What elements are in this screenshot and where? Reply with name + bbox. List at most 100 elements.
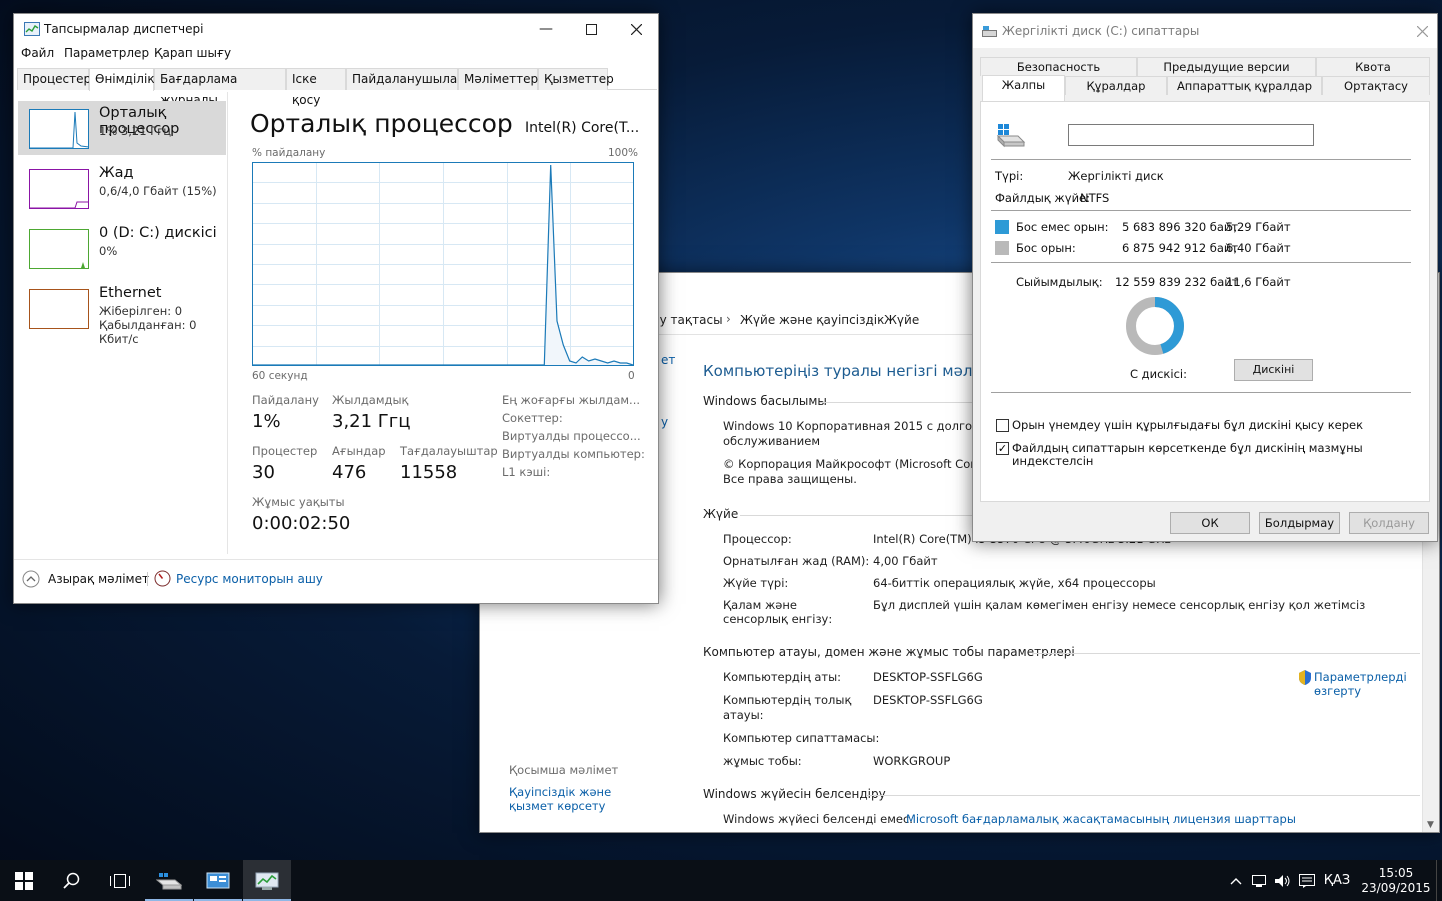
- left-nav-link[interactable]: у: [661, 415, 668, 429]
- stat-value: 476: [332, 462, 367, 483]
- memory-mini-graph: [29, 169, 89, 209]
- tab-services[interactable]: Қызметтер: [538, 68, 614, 90]
- tab-startup[interactable]: Іске қосу: [286, 68, 346, 107]
- general-panel: Түрі: Жергілікті диск Файлдық жүйе: NTFS…: [980, 101, 1430, 502]
- page-title: Компьютеріңіз туралы негізгі мәлімет: [703, 362, 1006, 380]
- free-space-label: Бос орын:: [1016, 241, 1076, 255]
- capacity-bytes: 12 559 839 232 байт: [1115, 275, 1239, 289]
- menu-file[interactable]: Файл: [21, 46, 54, 60]
- minimize-button[interactable]: —: [523, 14, 569, 44]
- tab-details[interactable]: Мәліметтер: [458, 68, 538, 90]
- breadcrumb-item[interactable]: ру тақтасы: [652, 313, 723, 327]
- tab-strip: Процестер Өнімділік Бағдарлама журналы І…: [17, 68, 657, 107]
- row-label: Қалам және сенсорлық енгізу:: [723, 598, 833, 626]
- tab-processes[interactable]: Процестер: [17, 68, 91, 90]
- breadcrumb-item[interactable]: Жүйе: [884, 313, 919, 327]
- index-label: Файлдың сипаттарын көрсеткенде бұл дискі…: [1012, 441, 1363, 455]
- action-center-button[interactable]: [1296, 860, 1318, 901]
- title-bar[interactable]: Жергілікті диск (C:) сипаттары: [973, 14, 1437, 48]
- taskbar-app-task-manager[interactable]: [243, 860, 291, 901]
- disk-cleanup-button[interactable]: Дискіні тазалау: [1234, 359, 1313, 381]
- perf-item-sub: Жіберілген: 0 Қабылданған: 0 Кбит/с: [99, 304, 197, 346]
- clock[interactable]: 15:05 23/09/2015: [1358, 860, 1434, 901]
- cancel-button[interactable]: Болдырмау: [1259, 512, 1340, 534]
- windows-logo-icon: [15, 871, 33, 890]
- input-language-button[interactable]: ҚАЗ: [1320, 860, 1354, 901]
- edition-heading: Windows басылымы: [703, 394, 827, 408]
- task-view-button[interactable]: [96, 860, 144, 901]
- row-label: Компьютердің аты:: [723, 670, 842, 684]
- apply-button[interactable]: Қолдану: [1349, 512, 1429, 534]
- drive-icon: [982, 26, 997, 37]
- tab-quota[interactable]: Квота: [1316, 57, 1430, 76]
- tab-previous-versions[interactable]: Предыдущие версии: [1137, 57, 1316, 76]
- tab-general[interactable]: Жалпы: [982, 75, 1065, 102]
- tab-app-history[interactable]: Бағдарлама журналы: [154, 68, 286, 107]
- side-label: Виртуалды компьютер:: [502, 447, 645, 461]
- task-manager-window: Тапсырмалар диспетчері — Файл Параметрле…: [13, 13, 659, 604]
- close-button[interactable]: [1409, 18, 1435, 44]
- tab-performance[interactable]: Өнімділік: [89, 68, 155, 91]
- tab-sharing[interactable]: Ортақтасу: [1322, 76, 1430, 95]
- perf-item-cpu[interactable]: Орталық процессор 1% 3,21 Ггц: [18, 101, 226, 155]
- change-settings-label[interactable]: Параметрлерді өзгерту: [1314, 670, 1407, 698]
- compress-checkbox[interactable]: [996, 419, 1009, 432]
- perf-item-ethernet[interactable]: Ethernet Жіберілген: 0 Қабылданған: 0 Кб…: [18, 281, 226, 346]
- menu-view[interactable]: Қарап шығу: [154, 46, 231, 60]
- tab-users[interactable]: Пайдаланушылар: [346, 68, 465, 90]
- stat-value: 30: [252, 462, 275, 483]
- title-bar[interactable]: Тапсырмалар диспетчері —: [14, 14, 658, 44]
- perf-item-title: Жад: [99, 165, 134, 181]
- scroll-down-icon[interactable]: ▼: [1427, 820, 1434, 830]
- search-button[interactable]: [48, 860, 96, 901]
- index-checkbox[interactable]: ✓: [996, 442, 1009, 455]
- see-also-heading: Қосымша мәлімет: [509, 763, 619, 777]
- minimize-icon: —: [539, 21, 553, 37]
- security-maintenance-link[interactable]: Қауіпсіздік және қызмет көрсету: [509, 785, 659, 813]
- cpu-heading: Орталық процессор: [250, 109, 513, 138]
- resource-monitor-label: Ресурс мониторын ашу: [176, 572, 323, 586]
- left-nav-link[interactable]: ет: [661, 353, 675, 367]
- taskbar-app-disk[interactable]: [145, 860, 193, 901]
- perf-item-memory[interactable]: Жад 0,6/4,0 Гбайт (15%): [18, 161, 226, 215]
- tab-security[interactable]: Безопасность: [980, 57, 1137, 76]
- menu-options[interactable]: Параметрлер: [64, 46, 149, 60]
- tab-tools[interactable]: Құралдар: [1065, 76, 1167, 95]
- divider: [147, 572, 148, 586]
- task-manager-icon: [24, 22, 40, 36]
- tab-hardware[interactable]: Аппараттық құралдар: [1167, 76, 1322, 95]
- license-terms-link[interactable]: Microsoft бағдарламалық жасақтамасының л…: [906, 812, 1296, 826]
- volume-button[interactable]: [1272, 860, 1294, 901]
- stat-value: 11558: [400, 462, 458, 483]
- used-space-swatch: [995, 220, 1009, 234]
- show-desktop-button[interactable]: [1436, 860, 1442, 901]
- task-manager-icon: [255, 872, 279, 890]
- type-label: Түрі:: [995, 169, 1024, 183]
- maximize-button[interactable]: [568, 14, 614, 44]
- disk-mini-graph: [29, 229, 89, 269]
- stat-label: Тағдалауыштар: [400, 444, 498, 458]
- divider: [14, 559, 658, 560]
- graph-ymax: 100%: [608, 147, 639, 159]
- perf-item-title: 0 (D: C:) дискісі: [99, 225, 217, 241]
- clock-date: 23/09/2015: [1361, 880, 1431, 895]
- chevron-up-icon: [22, 570, 40, 588]
- clock-time: 15:05: [1378, 865, 1414, 880]
- breadcrumb-item[interactable]: Жүйе және қауіпсіздік: [740, 313, 884, 327]
- perf-item-disk[interactable]: 0 (D: C:) дискісі 0%: [18, 221, 226, 275]
- close-button[interactable]: [613, 14, 659, 44]
- dialog-title: Жергілікті диск (C:) сипаттары: [1002, 24, 1200, 38]
- volume-label-input[interactable]: [1068, 124, 1314, 146]
- network-button[interactable]: [1249, 860, 1271, 901]
- start-button[interactable]: [0, 860, 48, 901]
- stat-label: Жұмыс уақыты: [252, 495, 345, 509]
- taskbar-app-system[interactable]: [194, 860, 242, 901]
- show-hidden-icons-button[interactable]: [1226, 860, 1246, 901]
- used-space-gb: 5,29 Гбайт: [1226, 220, 1291, 234]
- stat-label: Жылдамдық: [332, 393, 409, 407]
- ok-button[interactable]: ОК: [1170, 512, 1250, 534]
- row-label: Жүйе түрі:: [723, 576, 789, 590]
- side-label: Виртуалды процессо...: [502, 429, 641, 443]
- side-label: Сокеттер:: [502, 411, 563, 425]
- used-space-bytes: 5 683 896 320 байт: [1122, 220, 1239, 234]
